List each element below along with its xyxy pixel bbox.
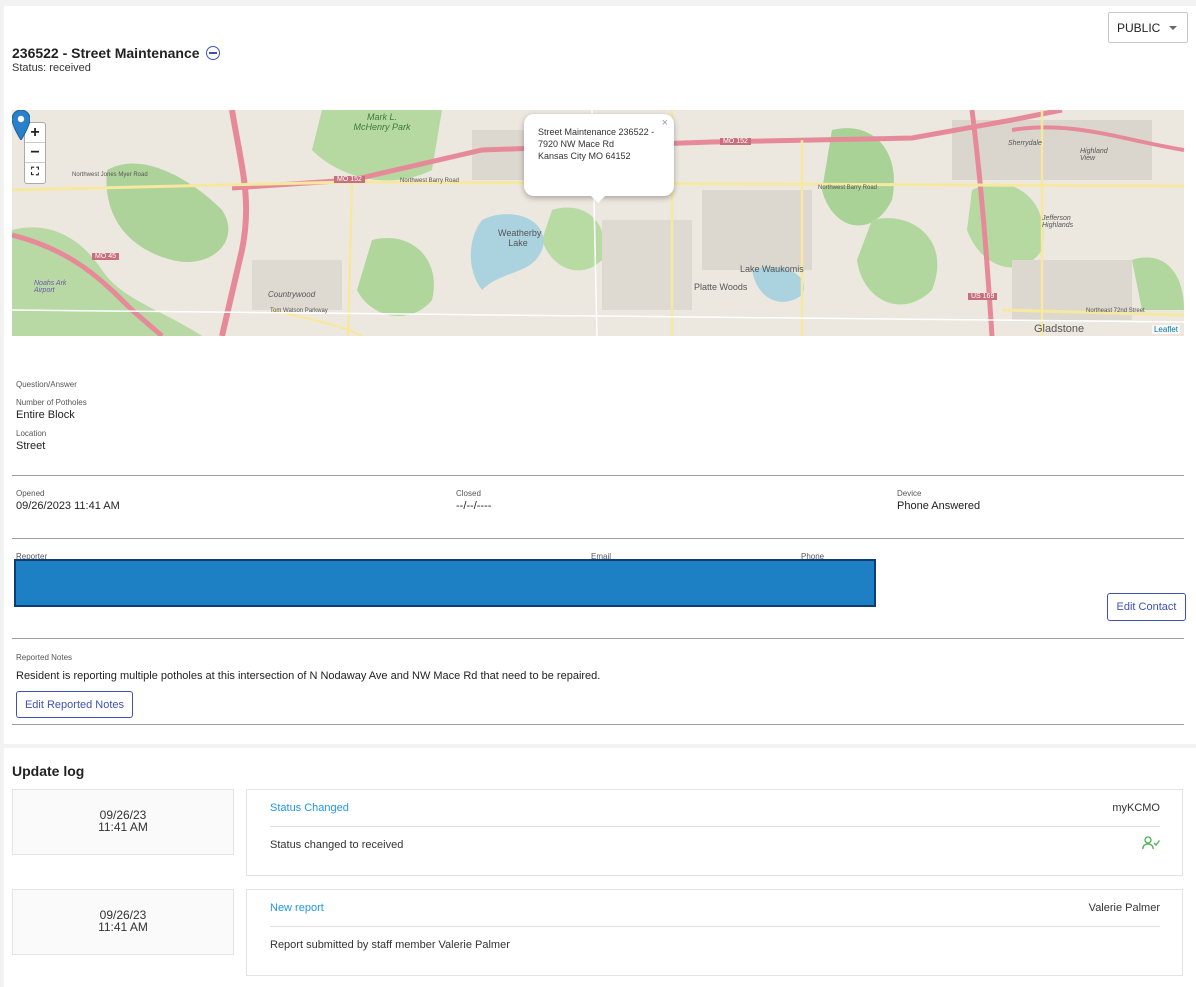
- map-label-weatherby: Weatherby Lake: [498, 228, 542, 248]
- road-label-tom-watson: Tom Watson Parkway: [270, 308, 328, 314]
- redacted-contact-info: [14, 559, 876, 607]
- map[interactable]: Mark L. McHenry Park Weatherby Lake Plat…: [12, 110, 1184, 336]
- map-label-platte-woods: Platte Woods: [694, 282, 748, 292]
- popup-line-2: 7920 NW Mace Rd: [538, 139, 615, 149]
- road-label-nw-jones-myer: Northwest Jones Myer Road: [72, 172, 148, 178]
- road-label-nw-barry-east: Northwest Barry Road: [818, 185, 878, 191]
- map-label-countrywood: Countrywood: [268, 290, 316, 299]
- log-entry-description: Status changed to received: [270, 839, 404, 851]
- qa-label-potholes: Number of Potholes: [16, 398, 87, 407]
- road-label-ne-72nd: Northeast 72nd Street: [1086, 308, 1145, 314]
- opened-label: Opened: [16, 489, 45, 498]
- caret-down-icon: [1169, 26, 1177, 30]
- log-date: 09/26/23 11:41 AM: [12, 889, 234, 955]
- popup-tip: [590, 195, 606, 203]
- qa-value-location: Street: [16, 440, 46, 452]
- log-entry: New report Valerie Palmer Report submitt…: [246, 889, 1183, 976]
- qa-heading: Question/Answer: [16, 380, 77, 389]
- closed-value: --/--/----: [456, 500, 492, 512]
- map-label-lake-waukomis: Lake Waukomis: [740, 264, 804, 274]
- log-entry: Status Changed myKCMO Status changed to …: [246, 789, 1183, 876]
- road-label-nw-barry: Northwest Barry Road: [400, 178, 460, 184]
- fullscreen-button[interactable]: ⛶: [25, 163, 45, 183]
- divider: [12, 475, 1184, 476]
- map-label-sherrydale: Sherrydale: [1008, 140, 1042, 147]
- road-label-mo45: MO 45: [92, 253, 120, 260]
- popup-line-3: Kansas City MO 64152: [538, 151, 631, 161]
- map-popup: × Street Maintenance 236522 - 7920 NW Ma…: [524, 114, 674, 196]
- qa-value-potholes: Entire Block: [16, 409, 75, 421]
- log-entry-title: New report: [270, 902, 324, 914]
- collapse-icon[interactable]: [205, 46, 220, 60]
- device-label: Device: [897, 489, 922, 498]
- map-label-jefferson: Jefferson Highlands: [1042, 215, 1074, 229]
- reported-notes-text: Resident is reporting multiple potholes …: [16, 670, 601, 682]
- map-label-airport: Noahs Ark Airport: [34, 280, 67, 294]
- log-date-time: 11:41 AM: [98, 820, 148, 834]
- divider: [12, 638, 1184, 639]
- log-entry-divider: [270, 826, 1160, 827]
- request-status: Status: received: [12, 62, 91, 74]
- log-entry-title: Status Changed: [270, 802, 349, 814]
- map-label-highland-view: Highland View: [1080, 148, 1108, 162]
- device-value: Phone Answered: [897, 500, 981, 512]
- edit-reported-notes-button[interactable]: Edit Reported Notes: [16, 691, 133, 718]
- reported-notes-label: Reported Notes: [16, 653, 73, 662]
- log-date-time: 11:41 AM: [98, 920, 148, 934]
- user-check-icon: [1142, 836, 1160, 850]
- log-entry-divider: [270, 926, 1160, 927]
- zoom-out-button[interactable]: −: [25, 143, 45, 163]
- edit-contact-button[interactable]: Edit Contact: [1107, 593, 1186, 621]
- map-attribution[interactable]: Leaflet: [1151, 325, 1180, 334]
- request-title: 236522 - Street Maintenance: [12, 45, 200, 61]
- popup-close-icon[interactable]: ×: [662, 117, 668, 129]
- divider: [12, 538, 1184, 539]
- log-entry-description: Report submitted by staff member Valerie…: [270, 939, 510, 951]
- map-label-mchenry: Mark L. McHenry Park: [353, 112, 411, 132]
- log-entry-author: Valerie Palmer: [1088, 902, 1160, 914]
- popup-line-1: Street Maintenance 236522 -: [538, 127, 655, 137]
- log-entry-author: myKCMO: [1112, 802, 1160, 814]
- opened-value: 09/26/2023 11:41 AM: [16, 500, 120, 512]
- request-title-row: 236522 - Street Maintenance: [12, 45, 220, 61]
- update-log-title: Update log: [12, 763, 85, 779]
- qa-label-location: Location: [16, 429, 47, 438]
- visibility-select[interactable]: PUBLIC: [1108, 12, 1188, 43]
- road-label-us169: US 169: [968, 293, 998, 300]
- log-date: 09/26/23 11:41 AM: [12, 789, 234, 855]
- road-label-mo152-east: MO 152: [720, 138, 751, 145]
- map-label-gladstone: Gladstone: [1034, 323, 1085, 335]
- road-label-mo152: MO 152: [334, 176, 365, 183]
- visibility-value: PUBLIC: [1117, 20, 1161, 35]
- divider: [12, 724, 1184, 725]
- map-pin-icon[interactable]: [12, 110, 30, 140]
- closed-label: Closed: [456, 489, 481, 498]
